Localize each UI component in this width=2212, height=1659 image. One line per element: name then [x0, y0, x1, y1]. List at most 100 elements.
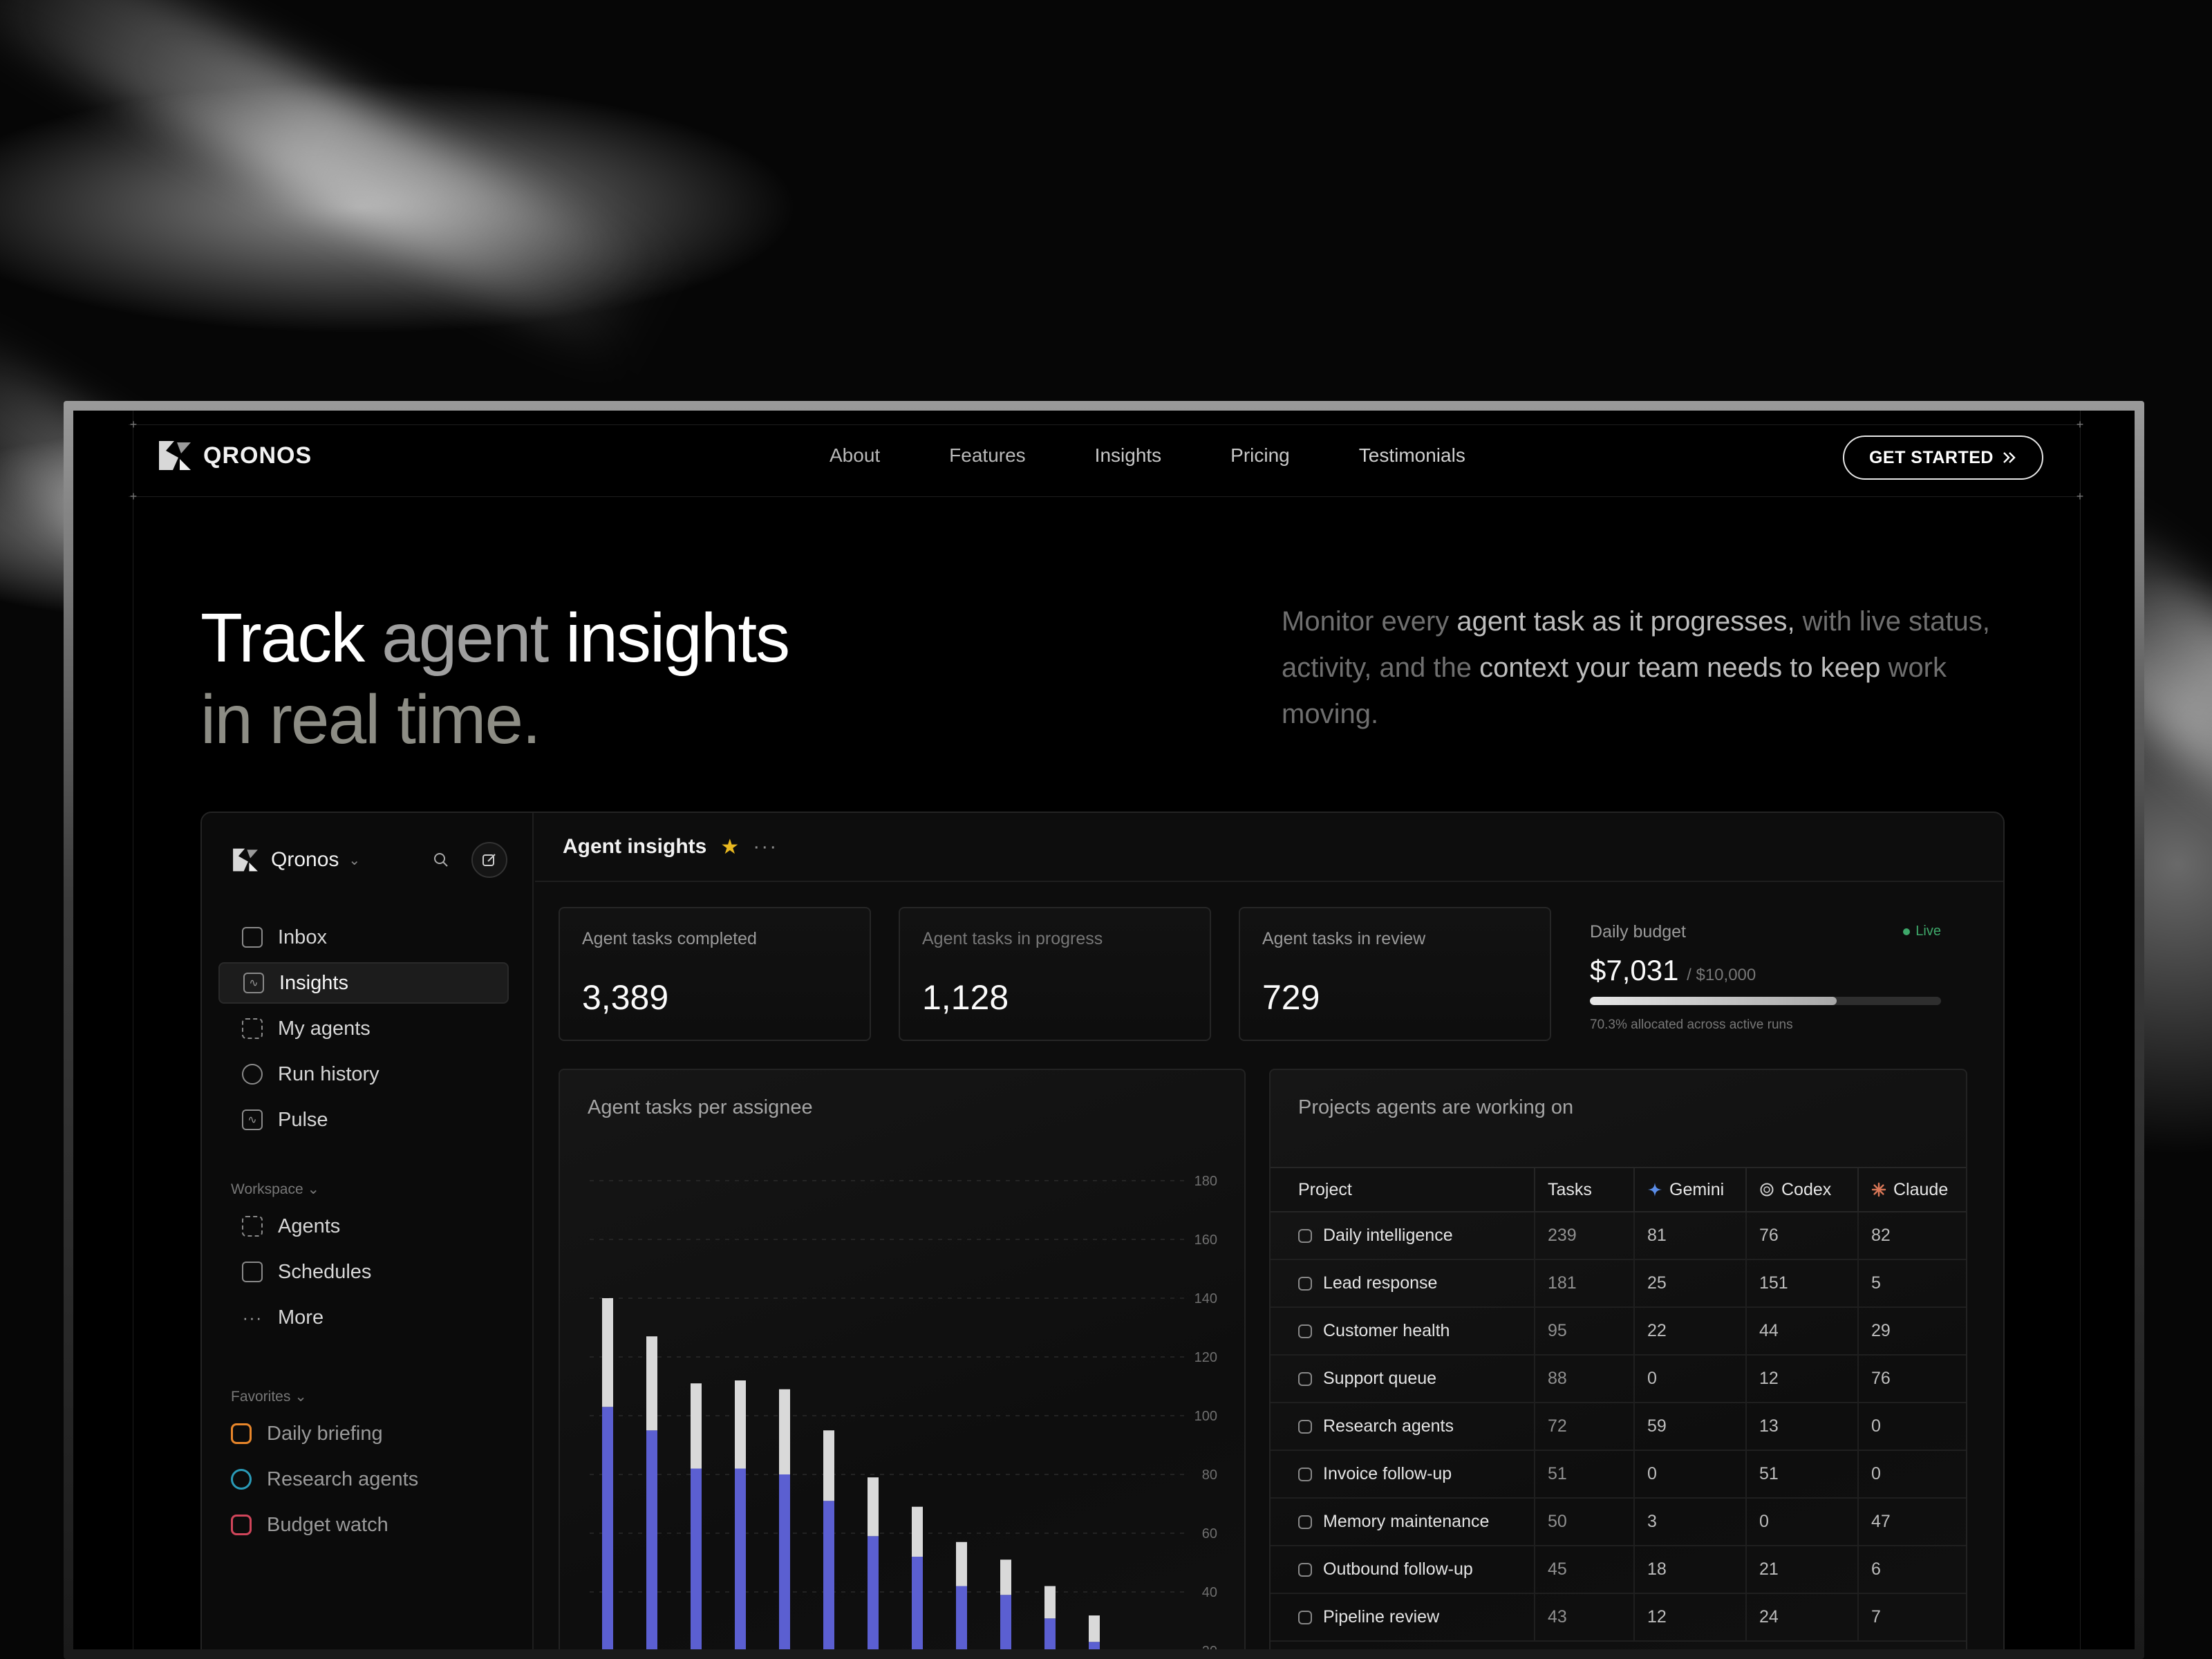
project-name: Outbound follow-up [1323, 1559, 1473, 1579]
column-header-claude[interactable]: Claude [1857, 1167, 1966, 1212]
column-header-tasks[interactable]: Tasks [1534, 1167, 1634, 1212]
qronos-logo-icon [233, 848, 258, 872]
table-row[interactable]: Daily intelligence 239 81 76 82 [1271, 1212, 1966, 1260]
history-icon [242, 1064, 263, 1085]
table-row[interactable]: Pipeline review 43 12 24 7 [1271, 1593, 1966, 1642]
bar-segment[interactable] [956, 1586, 967, 1650]
sidebar-item-my-agents[interactable]: My agents [218, 1008, 509, 1049]
bar-segment[interactable] [602, 1298, 613, 1407]
bar-segment[interactable] [735, 1468, 746, 1650]
gemini-icon [1648, 1182, 1662, 1197]
bar-segment[interactable] [1044, 1586, 1056, 1619]
bar-segment[interactable] [912, 1506, 923, 1557]
workspace-section-header[interactable]: Workspace ⌄ [231, 1181, 319, 1198]
get-started-label: GET STARTED [1868, 447, 1994, 467]
favorite-research-agents[interactable]: Research agents [218, 1459, 509, 1500]
nav-link-testimonials[interactable]: Testimonials [1359, 444, 1465, 467]
nav-link-insights[interactable]: Insights [1095, 444, 1162, 467]
sidebar-item-more[interactable]: ··· More [218, 1297, 509, 1338]
favorites-section-header[interactable]: Favorites ⌄ [231, 1388, 307, 1405]
projects-panel: Projects agents are working on Project T… [1269, 1069, 1967, 1649]
bar-segment[interactable] [1089, 1642, 1100, 1649]
stat-value: 1,128 [922, 978, 1009, 1017]
bar-segment[interactable] [868, 1536, 879, 1649]
bar-segment[interactable] [691, 1468, 702, 1650]
sidebar-item-insights[interactable]: ∿ Insights [218, 962, 509, 1004]
bar-segment[interactable] [691, 1383, 702, 1469]
star-icon[interactable]: ★ [720, 835, 739, 859]
tasks-cell: 95 [1534, 1307, 1634, 1356]
codex-cell: 0 [1745, 1498, 1858, 1546]
stat-label: Agent tasks in review [1262, 929, 1426, 948]
bar-segment[interactable] [646, 1336, 657, 1431]
project-cell: Support queue [1271, 1355, 1535, 1403]
sidebar-item-label: Pulse [278, 1108, 328, 1131]
get-started-button[interactable]: GET STARTED [1842, 435, 2043, 480]
bar-segment[interactable] [646, 1430, 657, 1649]
sidebar-item-pulse[interactable]: ∿ Pulse [218, 1099, 509, 1141]
bar-segment[interactable] [868, 1477, 879, 1537]
workspace-switcher[interactable]: Qronos ⌄ [231, 839, 507, 881]
stat-card-completed: Agent tasks completed 3,389 [559, 907, 871, 1041]
brand-logo[interactable]: QRONOS [156, 437, 312, 474]
column-header-gemini[interactable]: Gemini [1633, 1167, 1746, 1212]
table-row[interactable]: Support queue 88 0 12 76 [1271, 1355, 1966, 1403]
nav-link-features[interactable]: Features [949, 444, 1026, 467]
bar-segment[interactable] [1089, 1615, 1100, 1642]
nav-link-about[interactable]: About [830, 444, 880, 467]
bar-segment[interactable] [912, 1557, 923, 1649]
more-options-icon[interactable]: ··· [753, 835, 778, 859]
gemini-cell: 59 [1633, 1403, 1746, 1451]
live-dot-icon [1903, 928, 1911, 935]
project-name: Research agents [1323, 1416, 1454, 1436]
nav-link-pricing[interactable]: Pricing [1230, 444, 1290, 467]
inbox-icon [242, 927, 263, 948]
gemini-cell: 18 [1633, 1546, 1746, 1594]
bar-segment[interactable] [602, 1407, 613, 1649]
gemini-cell: 22 [1633, 1307, 1746, 1356]
project-name: Pipeline review [1323, 1607, 1440, 1627]
favorite-daily-briefing[interactable]: Daily briefing [218, 1413, 509, 1454]
stat-value: 3,389 [582, 978, 669, 1017]
y-tick-label: 120 [1194, 1350, 1217, 1365]
research-icon [231, 1469, 252, 1490]
table-row[interactable]: Invoice follow-up 51 0 51 0 [1271, 1450, 1966, 1499]
favorite-budget-watch[interactable]: Budget watch [218, 1504, 509, 1546]
table-row[interactable]: Outbound follow-up 45 18 21 6 [1271, 1546, 1966, 1594]
claude-icon [1871, 1182, 1886, 1197]
search-icon[interactable] [423, 842, 459, 878]
codex-cell: 21 [1745, 1546, 1858, 1594]
chevron-down-icon: ⌄ [307, 1181, 320, 1197]
claude-cell: 7 [1857, 1593, 1966, 1642]
sidebar-item-inbox[interactable]: Inbox [218, 917, 509, 958]
sidebar-item-schedules[interactable]: Schedules [218, 1251, 509, 1293]
table-row[interactable]: Memory maintenance 50 3 0 47 [1271, 1498, 1966, 1546]
bar-segment[interactable] [1000, 1559, 1011, 1595]
hero-subtitle: Monitor every agent task as it progresse… [1282, 606, 1990, 729]
sidebar-item-agents[interactable]: Agents [218, 1206, 509, 1247]
bar-segment[interactable] [823, 1430, 834, 1501]
sidebar-item-label: Agents [278, 1215, 341, 1237]
bar-segment[interactable] [1000, 1595, 1011, 1649]
tasks-cell: 181 [1534, 1259, 1634, 1308]
table-row[interactable]: Research agents 72 59 13 0 [1271, 1403, 1966, 1451]
bar-segment[interactable] [1044, 1618, 1056, 1649]
nav-links: About Features Insights Pricing Testimon… [830, 444, 1465, 467]
bar-segment[interactable] [735, 1380, 746, 1469]
stat-label: Agent tasks completed [582, 929, 757, 948]
compose-icon[interactable] [471, 842, 507, 878]
workspace-name: Qronos [271, 848, 339, 871]
project-cell: Memory maintenance [1271, 1498, 1535, 1546]
column-header-codex[interactable]: Codex [1745, 1167, 1858, 1212]
gemini-cell: 12 [1633, 1593, 1746, 1642]
sidebar-item-run-history[interactable]: Run history [218, 1053, 509, 1095]
bar-segment[interactable] [956, 1541, 967, 1586]
table-row[interactable]: Lead response 181 25 151 5 [1271, 1259, 1966, 1308]
bar-segment[interactable] [779, 1389, 790, 1474]
bar-segment[interactable] [823, 1501, 834, 1649]
table-row[interactable]: Customer health 95 22 44 29 [1271, 1307, 1966, 1356]
project-icon [1298, 1515, 1312, 1529]
y-tick-label: 20 [1202, 1644, 1217, 1649]
bar-segment[interactable] [779, 1474, 790, 1649]
column-header-project[interactable]: Project [1271, 1167, 1535, 1212]
